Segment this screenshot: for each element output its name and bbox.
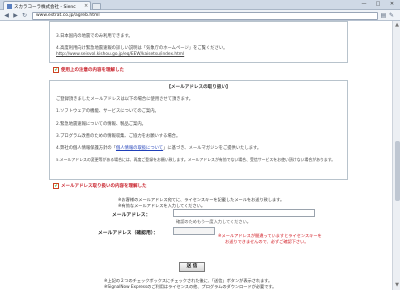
scroll-thumb[interactable]: [394, 141, 400, 201]
address-bar[interactable]: www.estrat.co.jp/agreb.html: [32, 11, 378, 20]
reload-icon[interactable]: ↻: [21, 12, 28, 19]
email-policy-heading: 【メールアドレスの取り扱い】: [166, 85, 231, 90]
agree-usage-checkbox[interactable]: ✔: [53, 67, 59, 73]
email-label: メールアドレス：: [112, 213, 151, 218]
notice-line-3: 3.日本国内の地震でのみ利用できます。: [56, 34, 133, 39]
notice-line-4: 4.高度利用向け緊急地震速報の詳しい説明は「気象庁のホームページ」をご覧ください…: [56, 46, 228, 51]
policy-item-5: 5.メールアドレスの変更等がある場合には、再度ご登録をお願い致します。メールアド…: [56, 157, 336, 162]
tools-wrench-icon[interactable]: ✎: [388, 12, 395, 19]
agree-email-checkbox[interactable]: ✔: [53, 183, 59, 189]
confirm-email-hint: 確認のためもう一度入力してください。: [176, 219, 251, 224]
title-bar: スカラコーラ株式会社 - Sienc × — □ ✕: [0, 0, 400, 10]
jma-link[interactable]: http://www.seisvol.kishou.go.jp/eq/EEW/k…: [56, 52, 184, 57]
privacy-policy-link[interactable]: 個人情報の取扱について: [116, 146, 163, 151]
policy-item-1: 1.ソフトウェアの機能、サービスについてのご案内。: [56, 109, 159, 114]
email-input[interactable]: [173, 209, 315, 217]
forward-icon[interactable]: ▶: [12, 12, 19, 19]
minimize-icon[interactable]: —: [358, 1, 370, 7]
site-favicon-icon: [7, 3, 12, 9]
footer-note-2: ※SignalNow Expressのご利用はライセンスの他、プログラムのダウン…: [104, 284, 277, 289]
address-text: www.estrat.co.jp/agreb.html: [36, 13, 100, 18]
scroll-down-icon[interactable]: ▼: [394, 282, 400, 288]
notice-box: 3.日本国内の地震でのみ利用できます。 4.高度利用向け緊急地震速報の詳しい説明…: [49, 21, 348, 63]
send-button[interactable]: 送 信: [179, 262, 205, 272]
policy-item-3: 3.プログラム改善のための情報収集、ご協力をお願いする場合。: [56, 134, 181, 139]
tab-title: スカラコーラ株式会社 - Sienc: [14, 4, 76, 10]
policy-item-4: 4.弊社の個人情報保護方針の「個人情報の取扱について」に基づき、メールマガジンを…: [56, 146, 262, 151]
browser-tab[interactable]: スカラコーラ株式会社 - Sienc ×: [3, 1, 91, 10]
tab-close-icon[interactable]: ×: [84, 3, 88, 9]
back-icon[interactable]: ◀: [3, 12, 10, 19]
browser-toolbar: ◀ ▶ ↻ www.estrat.co.jp/agreb.html ▤ ✎: [0, 10, 400, 21]
policy-item-2: 2.緊急地震速報についての情報、製品ご案内。: [56, 122, 146, 127]
maximize-icon[interactable]: □: [372, 1, 384, 7]
email-policy-box: 【メールアドレスの取り扱い】 ご登録頂きましたメールアドレスは以下の場合に使用さ…: [49, 80, 348, 180]
vertical-scrollbar[interactable]: ▲ ▼: [392, 21, 400, 290]
confirm-email-input[interactable]: [173, 227, 215, 235]
new-tab-button[interactable]: [92, 3, 101, 10]
scroll-up-icon[interactable]: ▲: [394, 22, 400, 28]
agree-email-label: メールアドレス取り扱いの内容を理解した: [61, 184, 147, 189]
window-close-icon[interactable]: ✕: [386, 1, 398, 7]
email-warning-line-2: お送りできませんので、必ずご確認下さい。: [225, 239, 309, 244]
page-menu-icon[interactable]: ▤: [380, 12, 387, 19]
agree-usage-label: 使用上の注意の内容を理解した: [61, 68, 124, 73]
confirm-email-label: メールアドレス（確認用）：: [98, 231, 158, 236]
policy-intro: ご登録頂きましたメールアドレスは以下の場合に使用させて頂きます。: [56, 97, 194, 102]
